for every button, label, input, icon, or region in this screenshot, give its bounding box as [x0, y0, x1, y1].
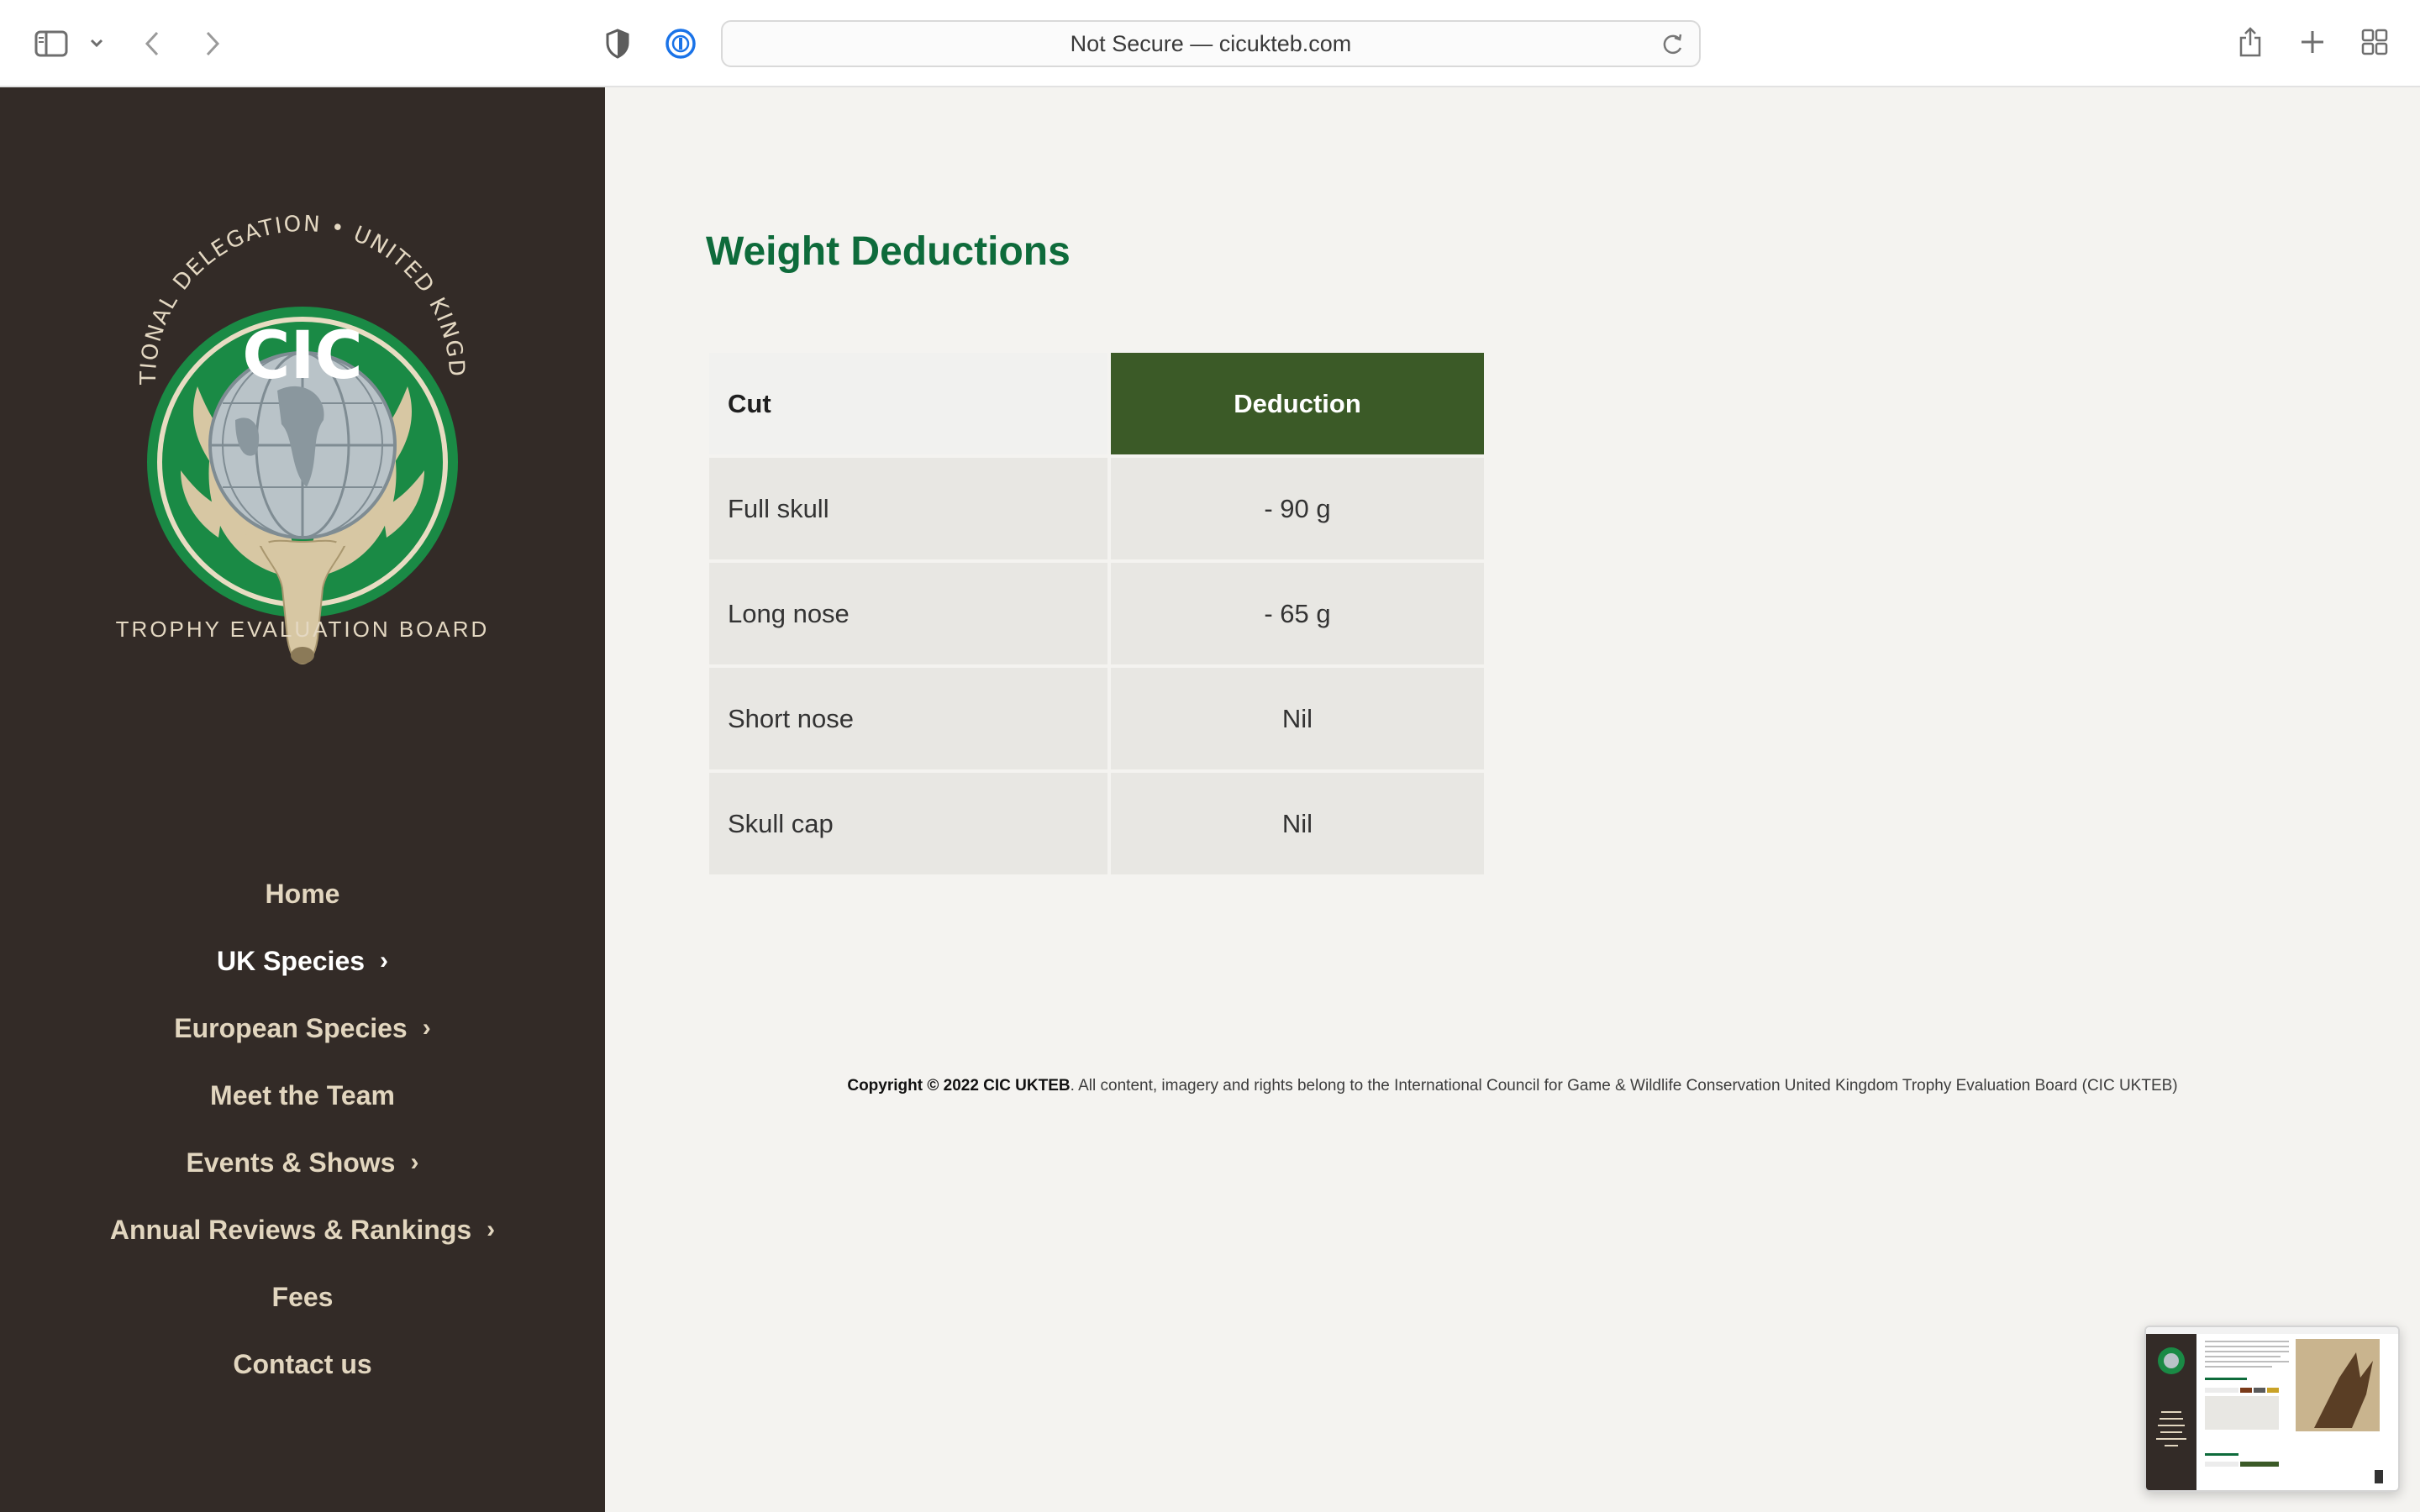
chevron-down-icon[interactable]	[87, 34, 106, 52]
page-title: Weight Deductions	[706, 229, 1071, 274]
table-row: Long nose - 65 g	[709, 563, 1484, 664]
copyright-text: . All content, imagery and rights belong…	[1070, 1077, 2178, 1095]
column-header-cut: Cut	[709, 353, 1107, 454]
cell-deduction: - 90 g	[1111, 458, 1484, 559]
nav-label: European Species	[174, 1012, 408, 1043]
cell-deduction: Nil	[1111, 668, 1484, 769]
chevron-right-icon: ›	[422, 1014, 431, 1042]
reload-icon[interactable]	[1660, 32, 1684, 63]
cell-cut: Long nose	[709, 563, 1107, 664]
page-thumbnail-preview[interactable]	[2144, 1326, 2400, 1492]
table-row: Full skull - 90 g	[709, 458, 1484, 559]
cell-deduction: Nil	[1111, 773, 1484, 874]
new-tab-icon[interactable]	[2299, 27, 2326, 57]
logo-caption: TROPHY EVALUATION BOARD	[115, 617, 490, 642]
nav-label: Annual Reviews & Rankings	[109, 1214, 472, 1245]
nav-item-fees[interactable]: Fees	[0, 1263, 605, 1331]
nav-item-home[interactable]: Home	[0, 860, 605, 927]
nav-item-events-shows[interactable]: Events & Shows ›	[0, 1129, 605, 1196]
chevron-right-icon: ›	[380, 947, 389, 974]
column-header-deduction: Deduction	[1111, 353, 1484, 454]
sidebar-icon[interactable]	[34, 29, 69, 59]
logo-monogram: CIC	[242, 318, 363, 394]
cell-cut: Short nose	[709, 668, 1107, 769]
nav-item-european-species[interactable]: European Species ›	[0, 995, 605, 1062]
nav-item-contact-us[interactable]: Contact us	[0, 1331, 605, 1398]
nav-label: Home	[265, 878, 340, 909]
table-row: Short nose Nil	[709, 668, 1484, 769]
address-bar[interactable]: Not Secure — cicukteb.com	[721, 20, 1701, 67]
nav-label: Fees	[271, 1281, 334, 1312]
password-manager-icon[interactable]	[664, 27, 697, 60]
main-nav: Home UK Species › European Species › Mee…	[0, 860, 605, 1398]
chevron-right-icon: ›	[487, 1215, 496, 1243]
nav-label: Contact us	[233, 1348, 372, 1379]
nav-item-meet-the-team[interactable]: Meet the Team	[0, 1062, 605, 1129]
nav-label: Meet the Team	[210, 1079, 395, 1110]
footer-copyright: Copyright © 2022 CIC UKTEB. All content,…	[605, 1077, 2420, 1095]
nav-item-annual-reviews[interactable]: Annual Reviews & Rankings ›	[0, 1196, 605, 1263]
main-content: Weight Deductions Cut Deduction Full sku…	[605, 87, 2420, 1512]
address-text: Not Secure — cicukteb.com	[1070, 30, 1352, 56]
tab-overview-icon[interactable]	[2360, 27, 2390, 57]
nav-label: UK Species	[216, 945, 366, 976]
back-icon[interactable]	[139, 27, 165, 60]
shield-icon[interactable]	[603, 27, 632, 60]
table-row: Skull cap Nil	[709, 773, 1484, 874]
copyright-label: Copyright © 2022 CIC UKTEB	[847, 1077, 1071, 1095]
share-icon[interactable]	[2235, 24, 2265, 60]
weight-deductions-table: Cut Deduction Full skull - 90 g Long nos…	[706, 349, 1487, 878]
forward-icon[interactable]	[200, 27, 225, 60]
chevron-right-icon: ›	[410, 1148, 419, 1176]
cell-cut: Skull cap	[709, 773, 1107, 874]
cell-deduction: - 65 g	[1111, 563, 1484, 664]
nav-item-uk-species[interactable]: UK Species ›	[0, 927, 605, 995]
table-header-row: Cut Deduction	[709, 353, 1484, 454]
sidebar: NATIONAL DELEGATION • UNITED KINGDOM	[0, 87, 605, 1512]
cell-cut: Full skull	[709, 458, 1107, 559]
nav-label: Events & Shows	[186, 1147, 396, 1178]
cic-logo[interactable]: NATIONAL DELEGATION • UNITED KINGDOM	[99, 165, 496, 739]
browser-toolbar: Not Secure — cicukteb.com	[0, 0, 2420, 87]
